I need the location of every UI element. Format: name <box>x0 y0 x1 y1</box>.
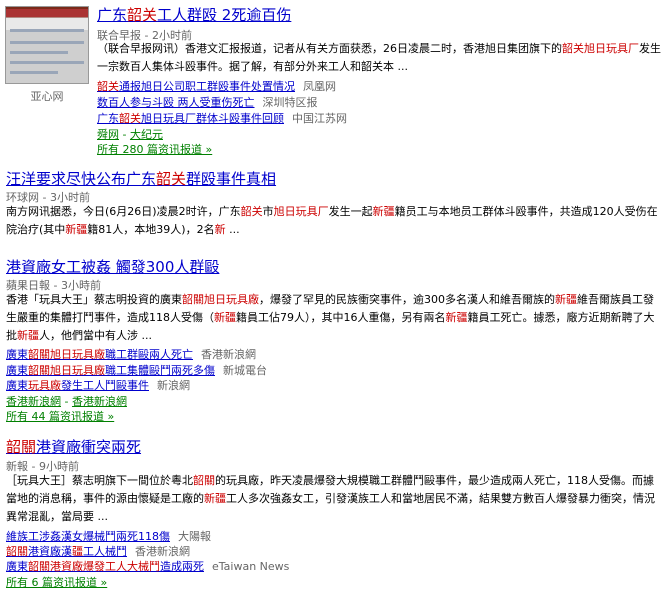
all-articles-link[interactable]: 所有 44 篇资讯报道 » <box>6 408 114 424</box>
related-article: 廣東韶關旭日玩具廠職工集體毆鬥兩死多傷 新城電台 <box>6 364 267 377</box>
related-article: 数百人参与斗殴 两人受重伤死亡 深圳特区报 <box>97 96 318 109</box>
story-title-link[interactable]: 港資廠女工被姦 觸發300人群毆 <box>6 256 219 277</box>
story-snippet: 南方网讯据悉，今日(6月26日)凌晨2时许，广东韶关市旭日玩具厂发生一起新疆籍员… <box>6 205 658 236</box>
related-article: 广东韶关旭日玩具厂群体斗殴事件回顾 中国江苏网 <box>97 112 347 125</box>
thumbnail-source: 亚心网 <box>30 90 64 103</box>
related-link[interactable]: 廣東韶關旭日玩具廠職工集體毆鬥兩死多傷 <box>6 364 215 377</box>
source-link[interactable]: 香港新浪網 <box>72 395 127 408</box>
source-link[interactable]: 大纪元 <box>130 128 163 141</box>
related-link[interactable]: 廣東韶關港資廠爆發工人大械鬥造成兩死 <box>6 560 204 573</box>
story-snippet: （联合早报网讯）香港文汇报报道，记者从有关方面获悉，26日凌晨二时，香港旭日集团… <box>97 42 661 73</box>
related-sources: 香港新浪網 - 香港新浪網 <box>6 395 127 408</box>
related-article: 廣東韶關旭日玩具廠職工群毆兩人死亡 香港新浪網 <box>6 348 256 361</box>
related-article: 廣東玩具廠發生工人鬥毆事件 新浪網 <box>6 379 190 392</box>
all-articles-link[interactable]: 所有 6 篇资讯报道 » <box>6 574 107 590</box>
related-link[interactable]: 韶關港資廠漢疆工人械鬥 <box>6 545 127 558</box>
story-thumbnail[interactable]: 亚心网 <box>5 6 89 103</box>
related-link[interactable]: 維族工涉姦漢女爆械鬥兩死118傷 <box>6 530 170 543</box>
related-article: 廣東韶關港資廠爆發工人大械鬥造成兩死 eTaiwan News <box>6 560 290 573</box>
source-link[interactable]: 舜网 <box>97 128 119 141</box>
thumbnail-image[interactable] <box>5 6 89 84</box>
related-article: 維族工涉姦漢女爆械鬥兩死118傷 大陽報 <box>6 530 211 543</box>
story-snippet: 香港「玩具大王」蔡志明投資的廣東韶關旭日玩具廠，爆發了罕見的民族衝突事件，逾30… <box>6 293 655 342</box>
related-link[interactable]: 廣東韶關旭日玩具廠職工群毆兩人死亡 <box>6 348 193 361</box>
related-link[interactable]: 廣東玩具廠發生工人鬥毆事件 <box>6 379 149 392</box>
story-snippet: ［玩具大王］蔡志明旗下一間位於粵北韶關的玩具廠，昨天凌晨爆發大規模職工群體鬥毆事… <box>6 474 655 523</box>
story-title-link[interactable]: 韶關港資廠衝突兩死 <box>6 436 141 457</box>
related-article: 韶關港資廠漢疆工人械鬥 香港新浪網 <box>6 545 190 558</box>
related-link[interactable]: 广东韶关旭日玩具厂群体斗殴事件回顾 <box>97 112 284 125</box>
all-articles-link[interactable]: 所有 280 篇资讯报道 » <box>97 141 212 157</box>
related-link[interactable]: 数百人参与斗殴 两人受重伤死亡 <box>97 96 255 109</box>
related-article: 韶关通报旭日公司职工群殴事件处置情况 凤凰网 <box>97 80 336 93</box>
related-link[interactable]: 韶关通报旭日公司职工群殴事件处置情况 <box>97 80 295 93</box>
story-title-link[interactable]: 汪洋要求尽快公布广东韶关群殴事件真相 <box>6 168 276 189</box>
story-title-link[interactable]: 广东韶关工人群殴 2死逾百伤 <box>97 4 291 25</box>
related-sources: 舜网 - 大纪元 <box>97 128 163 141</box>
source-link[interactable]: 香港新浪網 <box>6 395 61 408</box>
